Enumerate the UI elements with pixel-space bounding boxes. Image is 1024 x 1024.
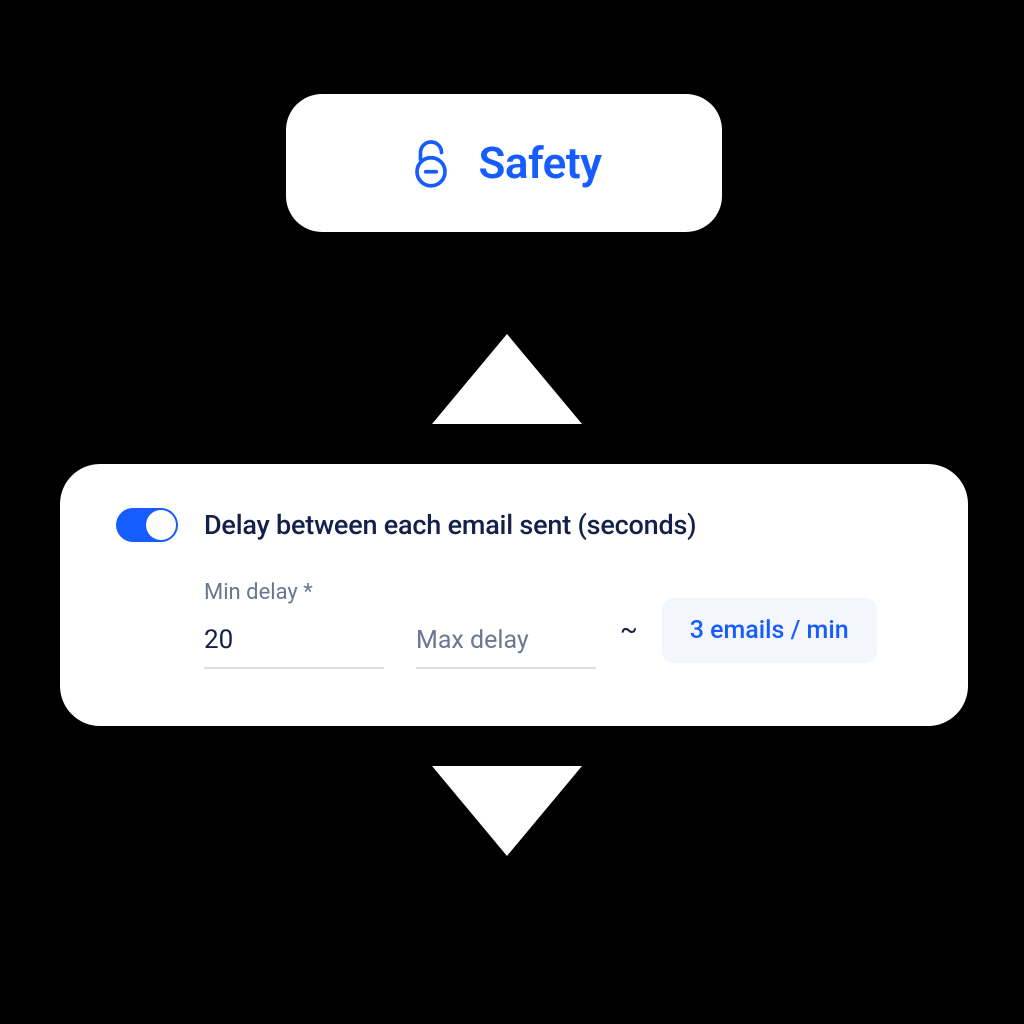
range-tilde: ~ <box>620 615 638 669</box>
arrow-down-icon[interactable] <box>432 766 582 856</box>
delay-settings-card: Delay between each email sent (seconds) … <box>60 464 968 726</box>
safety-header-label: Safety <box>479 137 602 189</box>
max-delay-field <box>416 580 596 669</box>
max-delay-input[interactable] <box>416 623 596 669</box>
delay-toggle[interactable] <box>116 508 178 542</box>
delay-toggle-row: Delay between each email sent (seconds) <box>116 508 912 542</box>
rate-badge: 3 emails / min <box>662 598 877 663</box>
delay-fields-row: Min delay * ~ 3 emails / min <box>204 580 912 669</box>
delay-title: Delay between each email sent (seconds) <box>204 509 696 541</box>
min-delay-label: Min delay * <box>204 580 384 605</box>
max-delay-label <box>416 580 596 605</box>
min-delay-field: Min delay * <box>204 580 384 669</box>
arrow-up-icon[interactable] <box>432 334 582 424</box>
toggle-knob <box>146 510 176 540</box>
safety-header-pill: Safety <box>286 94 722 232</box>
min-delay-input[interactable] <box>204 623 384 669</box>
unlock-icon <box>407 135 455 191</box>
